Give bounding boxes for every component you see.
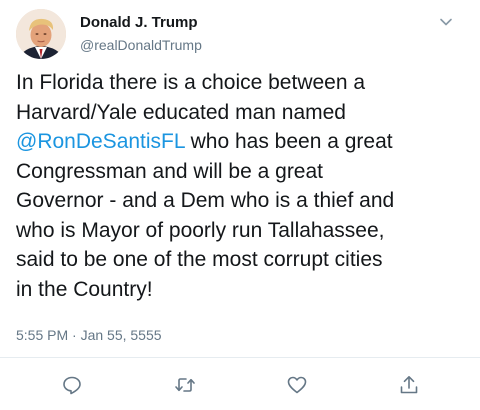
- avatar[interactable]: [16, 9, 66, 59]
- tweet-text-line: said to be one of the most corrupt citie…: [16, 248, 383, 271]
- tweet-text: In Florida there is a choice between a H…: [16, 68, 466, 304]
- avatar-image: [16, 9, 66, 59]
- author-display-name[interactable]: Donald J. Trump: [80, 14, 198, 32]
- tweet-text-line: who is Mayor of poorly run Tallahassee,: [16, 218, 385, 242]
- tweet-text-line: In Florida there is a choice between a: [16, 71, 366, 94]
- author-handle[interactable]: @realDonaldTrump: [80, 36, 202, 54]
- tweet-text-line: in the Country!: [16, 277, 153, 301]
- tweet-card: Donald J. Trump @realDonaldTrump In Flor…: [0, 0, 480, 410]
- tweet-text-line: who has been a great: [184, 130, 393, 153]
- share-icon[interactable]: [398, 374, 420, 396]
- reply-icon[interactable]: [61, 374, 83, 396]
- tweet-text-line: Harvard/Yale educated man named: [16, 100, 346, 124]
- retweet-icon[interactable]: [174, 374, 196, 396]
- tweet-text-line: Congressman and will be a great: [16, 159, 324, 183]
- chevron-down-icon[interactable]: [438, 14, 454, 30]
- divider: [0, 357, 480, 358]
- mention-link[interactable]: @RonDeSantisFL: [16, 130, 185, 153]
- heart-icon[interactable]: [286, 374, 308, 396]
- tweet-timestamp[interactable]: 5:55 PM · Jan 55, 5555: [16, 326, 162, 344]
- tweet-text-line: Governor - and a Dem who is a thief and: [16, 189, 395, 212]
